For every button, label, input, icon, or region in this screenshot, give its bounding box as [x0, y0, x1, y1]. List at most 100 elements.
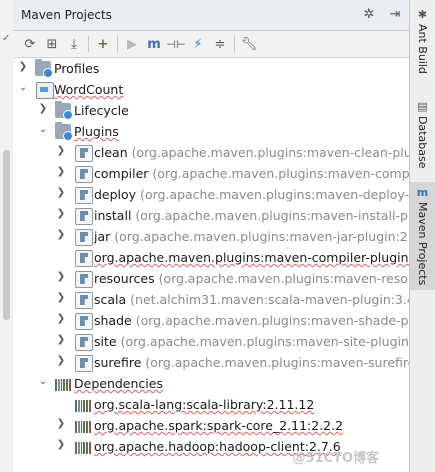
lifecycle-folder-icon [55, 101, 73, 120]
right-tool-window-bar: ✱ Ant Build ▤ Database m Maven Projects [410, 0, 435, 472]
refresh-icon[interactable]: ⟳ [19, 34, 41, 54]
toolbar-separator [234, 36, 235, 52]
execute-goal-icon[interactable]: m [143, 34, 165, 54]
tree-node-label: org.scala-lang:scala-library:2.11.12 [94, 397, 315, 412]
tree-node-label: Lifecycle [74, 103, 129, 118]
tree-node-plugin[interactable]: ❯ resources (org.apache.maven.plugins:ma… [13, 268, 409, 289]
chevron-right-icon[interactable]: ❯ [55, 292, 67, 306]
chevron-right-icon[interactable]: ❯ [55, 334, 67, 348]
chevron-down-icon[interactable]: ⌄ [37, 124, 49, 138]
chevron-right-icon[interactable]: ❯ [55, 418, 67, 432]
toggle-offline-icon[interactable]: ⊣⊢ [165, 34, 187, 54]
chevron-down-icon[interactable]: ⌄ [17, 82, 29, 96]
tree-node-plugin[interactable]: ❯ surefire (org.apache.maven.plugins:mav… [13, 352, 409, 373]
tree-node-profiles[interactable]: ❯ Profiles [13, 58, 409, 79]
plugin-icon [75, 187, 93, 204]
tree-node-label: Plugins [74, 124, 119, 139]
tree-node-plugin[interactable]: ❯ scala (net.alchim31.maven:scala-maven-… [13, 289, 409, 310]
plugin-icon [75, 313, 93, 330]
chevron-right-icon[interactable]: ❯ [55, 187, 67, 201]
editor-scrollbar[interactable] [3, 150, 10, 320]
tab-database[interactable]: ▤ Database [410, 96, 435, 180]
panel-title: Maven Projects [21, 8, 112, 22]
tab-ant-build[interactable]: ✱ Ant Build [410, 4, 435, 88]
chevron-right-icon[interactable]: ❯ [17, 61, 29, 75]
chevron-right-icon[interactable]: ❯ [55, 271, 67, 285]
download-icon[interactable]: ⤓ [63, 34, 85, 54]
tree-node-dependency[interactable]: ❯ org.apache.spark:spark-core_2.11:2.2.2 [13, 415, 409, 436]
maven-projects-panel: Maven Projects ✲ ⇥ ⟳ ⊞ ⤓ + ▶ m ⊣⊢ ⚡ ≑ 🔧︎… [13, 0, 410, 472]
tree-node-plugin[interactable]: ❯ jar (org.apache.maven.plugins:maven-ja… [13, 226, 409, 247]
panel-header: Maven Projects ✲ ⇥ [13, 0, 409, 31]
add-icon[interactable]: + [92, 34, 114, 54]
chevron-right-icon[interactable]: ❯ [55, 208, 67, 222]
tab-label: Ant Build [416, 24, 429, 74]
generate-sources-icon[interactable]: ⊞ [41, 34, 63, 54]
tree-node-label: shade (org.apache.maven.plugins:maven-sh… [94, 313, 409, 328]
plugin-icon [75, 271, 93, 288]
chevron-right-icon[interactable]: ❯ [55, 355, 67, 369]
skip-tests-icon[interactable]: ⚡ [187, 34, 209, 54]
tree-node-label: org.apache.spark:spark-core_2.11:2.2.2 [94, 418, 344, 433]
toolbar-separator [88, 36, 89, 52]
checkmark-icon: ✓ [2, 33, 11, 44]
tree-node-label: Profiles [54, 61, 100, 76]
tree-node-label: jar (org.apache.maven.plugins:maven-jar-… [94, 229, 409, 244]
tree-node-label: org.apache.maven.plugins:maven-compiler-… [94, 250, 409, 265]
chevron-down-icon[interactable]: ⌄ [37, 376, 49, 390]
maven-icon: m [416, 186, 429, 199]
tree-node-plugin[interactable]: ❯ clean (org.apache.maven.plugins:maven-… [13, 142, 409, 163]
tree-node-plugin[interactable]: ❯ compiler (org.apache.maven.plugins:mav… [13, 163, 409, 184]
tree-node-project[interactable]: ⌄ WordCount [13, 79, 409, 100]
chevron-right-icon[interactable]: ❯ [37, 103, 49, 117]
tree-node-plugin[interactable]: ❯ deploy (org.apache.maven.plugins:maven… [13, 184, 409, 205]
plugins-folder-icon [55, 122, 73, 141]
toolbar-separator [117, 36, 118, 52]
hide-panel-icon[interactable]: ⇥ [387, 6, 403, 22]
settings-wrench-icon[interactable]: 🔧︎ [238, 34, 260, 54]
tree-node-dependency[interactable]: org.scala-lang:scala-library:2.11.12 [13, 394, 409, 415]
plugin-icon [75, 250, 93, 267]
plugin-icon [75, 334, 93, 351]
plugin-icon [75, 355, 93, 372]
tab-label: Maven Projects [416, 202, 429, 286]
library-icon [75, 397, 91, 412]
tab-label: Database [416, 116, 429, 169]
chevron-right-icon[interactable]: ❯ [55, 229, 67, 243]
plugin-icon [75, 208, 93, 225]
tree-node-label: Dependencies [74, 376, 163, 391]
tree-node-plugin[interactable]: ❯ install (org.apache.maven.plugins:mave… [13, 205, 409, 226]
chevron-right-icon[interactable]: ❯ [55, 145, 67, 159]
gear-icon[interactable]: ✲ [361, 6, 377, 22]
run-icon[interactable]: ▶ [121, 34, 143, 54]
library-icon [75, 418, 91, 433]
profiles-folder-icon [35, 59, 53, 78]
tree-node-label: install (org.apache.maven.plugins:maven-… [94, 208, 409, 223]
chevron-right-icon[interactable]: ❯ [55, 439, 67, 453]
tree-node-label: resources (org.apache.maven.plugins:mave… [94, 271, 409, 286]
tree-node-plugin[interactable]: ❯ shade (org.apache.maven.plugins:maven-… [13, 310, 409, 331]
chevron-right-icon[interactable]: ❯ [55, 313, 67, 327]
tree-node-label: clean (org.apache.maven.plugins:maven-cl… [94, 145, 409, 160]
maven-tree: ❯ Profiles ⌄ WordCount ❯ Lifecycle ⌄ Plu… [13, 58, 409, 472]
tree-node-plugin[interactable]: org.apache.maven.plugins:maven-compiler-… [13, 247, 409, 268]
database-icon: ▤ [417, 100, 428, 113]
plugin-icon [75, 292, 93, 309]
dependencies-icon [55, 376, 71, 391]
tree-node-label: scala (net.alchim31.maven:scala-maven-pl… [94, 292, 409, 307]
tree-node-label: site (org.apache.maven.plugins:maven-sit… [94, 334, 409, 349]
tree-node-plugins[interactable]: ⌄ Plugins [13, 121, 409, 142]
chevron-right-icon[interactable]: ❯ [55, 166, 67, 180]
collapse-all-icon[interactable]: ≑ [209, 34, 231, 54]
maven-toolbar: ⟳ ⊞ ⤓ + ▶ m ⊣⊢ ⚡ ≑ 🔧︎ [13, 31, 409, 58]
tree-node-label: WordCount [54, 82, 124, 97]
tree-node-dependencies[interactable]: ⌄ Dependencies [13, 373, 409, 394]
plugin-icon [75, 145, 93, 162]
tree-node-label: compiler (org.apache.maven.plugins:maven… [94, 166, 409, 181]
library-icon [75, 439, 91, 454]
tree-node-lifecycle[interactable]: ❯ Lifecycle [13, 100, 409, 121]
ant-icon: ✱ [417, 8, 428, 21]
tab-maven-projects[interactable]: m Maven Projects [410, 182, 435, 290]
tree-node-plugin[interactable]: ❯ site (org.apache.maven.plugins:maven-s… [13, 331, 409, 352]
plugin-icon [75, 229, 93, 246]
